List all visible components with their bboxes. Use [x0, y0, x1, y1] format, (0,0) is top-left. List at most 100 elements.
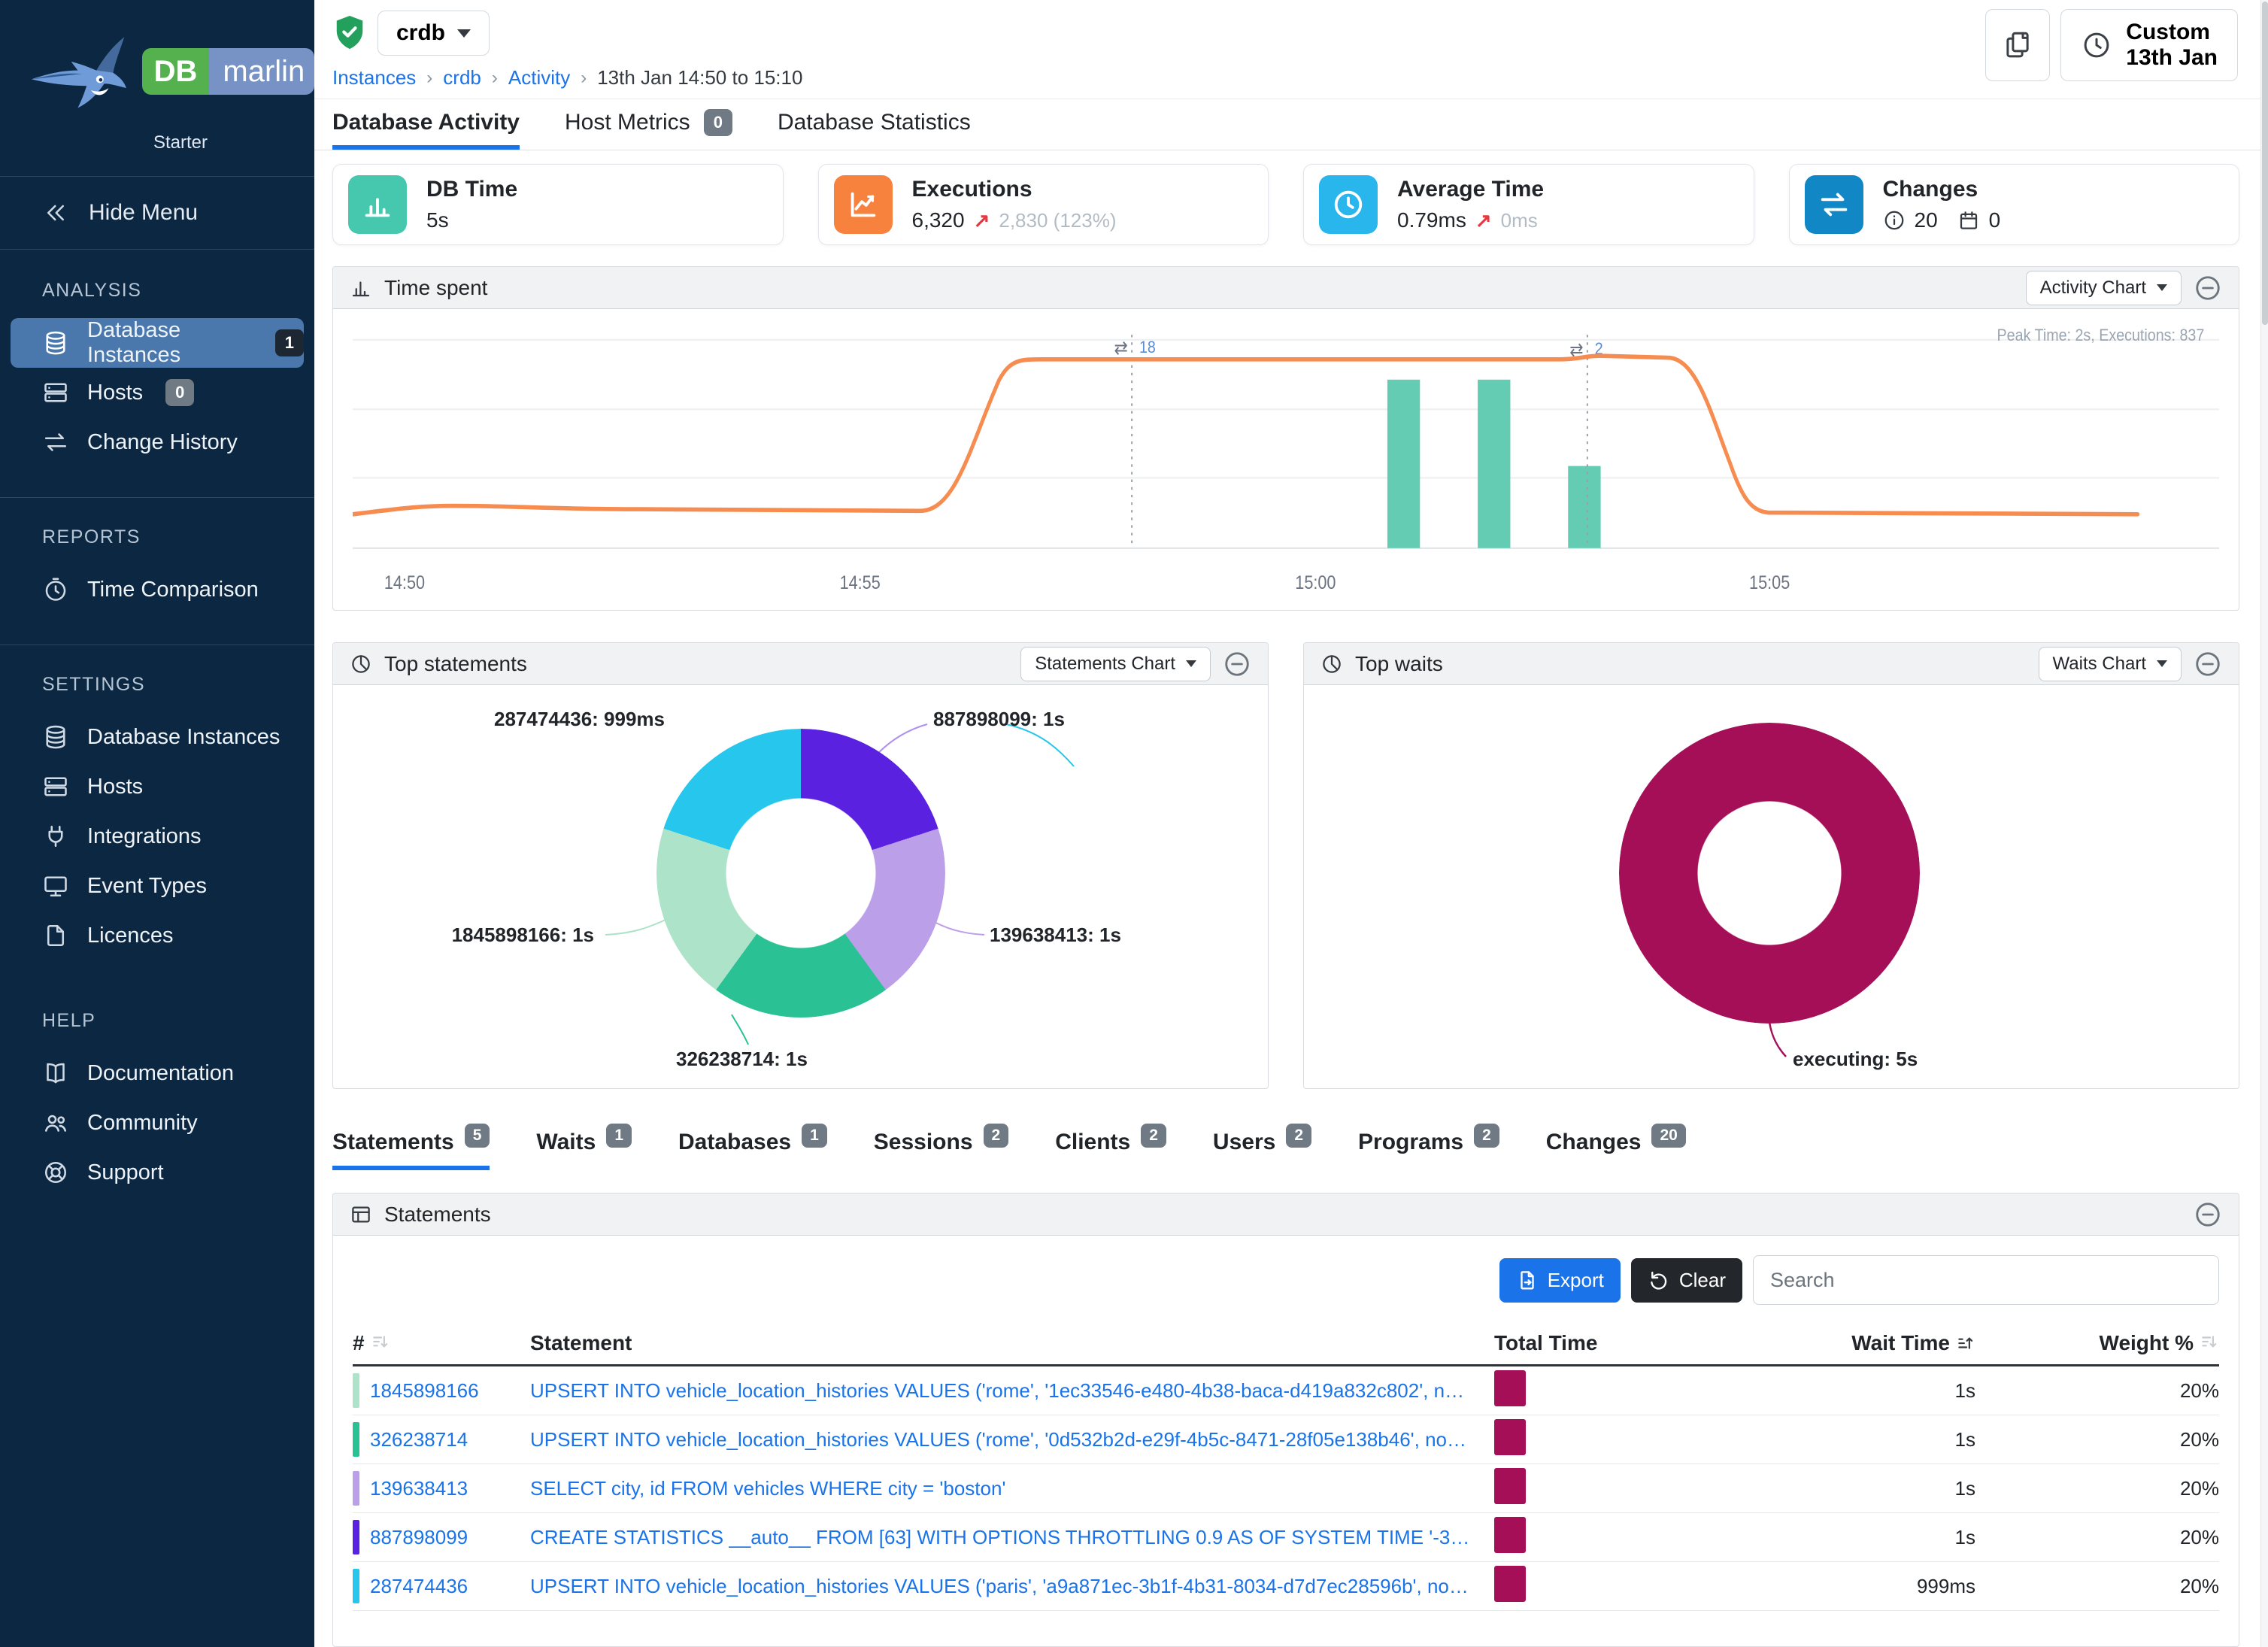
detail-tab-sessions[interactable]: Sessions 2	[874, 1130, 1008, 1170]
sidebar-divider	[0, 497, 314, 498]
breadcrumb-crdb[interactable]: crdb	[443, 66, 481, 89]
time-range-button[interactable]: Custom 13th Jan	[2060, 9, 2238, 81]
tab-host-metrics[interactable]: Host Metrics 0	[565, 99, 732, 150]
column-header-weight[interactable]: Weight %	[1975, 1331, 2219, 1355]
activity-chart-select[interactable]: Activity Chart	[2026, 271, 2182, 305]
collapse-panel-icon[interactable]	[2194, 274, 2222, 302]
export-button[interactable]: Export	[1499, 1258, 1621, 1303]
change-marker-icon: ⇄	[1114, 338, 1127, 359]
sidebar-item-settings-hosts[interactable]: Hosts	[0, 762, 314, 811]
breadcrumb-separator: ›	[426, 68, 432, 89]
search-input[interactable]	[1753, 1255, 2219, 1305]
sidebar-item-documentation[interactable]: Documentation	[0, 1048, 314, 1098]
scrollbar-thumb[interactable]	[2262, 2, 2268, 325]
sidebar-item-support[interactable]: Support	[0, 1148, 314, 1197]
statement-link[interactable]: SELECT city, id FROM vehicles WHERE city…	[530, 1477, 1472, 1500]
column-header-total-time[interactable]: Total Time	[1494, 1331, 1742, 1355]
detail-tab-databases[interactable]: Databases 1	[678, 1130, 827, 1170]
sidebar-item-hosts[interactable]: Hosts 0	[0, 368, 314, 417]
detail-tab-changes[interactable]: Changes 20	[1546, 1130, 1686, 1170]
instance-selector[interactable]: crdb	[377, 11, 490, 56]
calendar-icon	[1957, 209, 1980, 232]
statement-id-link[interactable]: 1845898166	[370, 1379, 479, 1403]
clear-button[interactable]: Clear	[1631, 1258, 1742, 1303]
column-header-num[interactable]: #	[353, 1331, 530, 1355]
hide-menu-button[interactable]: Hide Menu	[0, 177, 314, 249]
tab-label: Database Activity	[332, 110, 520, 135]
tab-database-activity[interactable]: Database Activity	[332, 99, 520, 150]
item-label: Event Types	[87, 874, 207, 899]
sidebar-section-help: HELP Documentation Community Support	[0, 960, 314, 1197]
table-toolbar: Export Clear	[333, 1236, 2239, 1321]
sidebar-item-change-history[interactable]: Change History	[0, 417, 314, 467]
sidebar-item-community[interactable]: Community	[0, 1098, 314, 1148]
collapse-panel-icon[interactable]	[2194, 650, 2222, 678]
statement-id-link[interactable]: 139638413	[370, 1477, 468, 1500]
donut-label-139638413: 139638413: 1s	[990, 924, 1121, 947]
statement-link[interactable]: UPSERT INTO vehicle_location_histories V…	[530, 1575, 1472, 1598]
collapse-panel-icon[interactable]	[2194, 1200, 2222, 1229]
waits-chart-select[interactable]: Waits Chart	[2039, 647, 2182, 681]
card-value: 0.79ms	[1397, 208, 1466, 232]
copy-link-button[interactable]	[1985, 9, 2050, 81]
card-delta: 2,830 (123%)	[999, 209, 1116, 232]
detail-tab-waits[interactable]: Waits 1	[536, 1130, 632, 1170]
hide-menu-label: Hide Menu	[89, 200, 198, 226]
topbar: crdb Instances › crdb › Activity › 13th …	[314, 0, 2260, 99]
sidebar-section-reports: REPORTS Time Comparison	[0, 467, 314, 614]
count-badge: 0	[704, 109, 732, 136]
statement-link[interactable]: CREATE STATISTICS __auto__ FROM [63] WIT…	[530, 1526, 1472, 1549]
donut-label-326238714: 326238714: 1s	[676, 1048, 808, 1071]
statements-chart-select[interactable]: Statements Chart	[1020, 647, 1211, 681]
sidebar-section-settings: SETTINGS Database Instances Hosts Integr…	[0, 614, 314, 960]
detail-tab-programs[interactable]: Programs 2	[1358, 1130, 1499, 1170]
waits-donut-chart[interactable]: executing: 5s	[1304, 685, 2239, 1088]
section-title: ANALYSIS	[0, 280, 314, 302]
column-header-statement[interactable]: Statement	[530, 1331, 1494, 1355]
sidebar-item-database-instances[interactable]: Database Instances 1	[11, 318, 304, 368]
window-scrollbar[interactable]	[2260, 0, 2268, 1647]
panel-title: Statements	[384, 1203, 491, 1227]
detail-tab-users[interactable]: Users 2	[1213, 1130, 1311, 1170]
change-marker-label: 18	[1139, 338, 1156, 356]
collapse-panel-icon[interactable]	[1223, 650, 1251, 678]
sidebar-item-integrations[interactable]: Integrations	[0, 811, 314, 861]
detail-tabbar: Statements 5 Waits 1 Databases 1 Session…	[332, 1130, 2239, 1170]
statement-link[interactable]: UPSERT INTO vehicle_location_histories V…	[530, 1428, 1472, 1451]
sidebar-item-settings-database-instances[interactable]: Database Instances	[0, 712, 314, 762]
statement-id-link[interactable]: 326238714	[370, 1428, 468, 1451]
column-header-wait-time[interactable]: Wait Time	[1742, 1331, 1975, 1355]
statement-id-link[interactable]: 887898099	[370, 1526, 468, 1549]
card-title: Changes	[1883, 177, 2001, 202]
weight-value: 20%	[1975, 1477, 2219, 1500]
changes-event-count: 0	[1989, 208, 2001, 232]
item-label: Database Instances	[87, 725, 280, 750]
breadcrumb-instances[interactable]: Instances	[332, 66, 416, 89]
card-average-time: Average Time 0.79ms ↗ 0ms	[1303, 164, 1754, 245]
weight-value: 20%	[1975, 1428, 2219, 1451]
count-badge: 1	[275, 329, 304, 356]
breadcrumb-activity[interactable]: Activity	[508, 66, 570, 89]
item-label: Database Instances	[87, 318, 253, 368]
main-area: crdb Instances › crdb › Activity › 13th …	[314, 0, 2260, 1647]
sidebar-item-event-types[interactable]: Event Types	[0, 861, 314, 911]
count-badge: 2	[1286, 1124, 1311, 1148]
chart-select-label: Activity Chart	[2040, 278, 2146, 299]
statements-donut-chart[interactable]: 287474436: 999ms 887898099: 1s 184589816…	[333, 685, 1268, 1088]
detail-tab-clients[interactable]: Clients 2	[1055, 1130, 1166, 1170]
statement-link[interactable]: UPSERT INTO vehicle_location_histories V…	[530, 1379, 1472, 1403]
detail-tab-statements[interactable]: Statements 5	[332, 1130, 490, 1170]
tab-label: Users	[1213, 1130, 1275, 1155]
time-spent-chart[interactable]: Peak Time: 2s, Executions: 837 ⇄ 18 ⇄ 2 …	[333, 309, 2239, 610]
card-value: 5s	[426, 208, 449, 232]
panel-title: Top waits	[1355, 652, 1443, 676]
tab-database-statistics[interactable]: Database Statistics	[778, 99, 971, 150]
bar-chart-icon	[360, 187, 395, 222]
tab-label: Changes	[1546, 1130, 1642, 1155]
bar-chart-icon	[350, 277, 372, 299]
statement-id-link[interactable]: 287474436	[370, 1575, 468, 1598]
sidebar-item-licences[interactable]: Licences	[0, 911, 314, 960]
sidebar-item-time-comparison[interactable]: Time Comparison	[0, 565, 314, 614]
time-range-line1: Custom	[2126, 20, 2210, 44]
time-spent-panel: Time spent Activity Chart Peak Time: 2	[332, 266, 2239, 611]
